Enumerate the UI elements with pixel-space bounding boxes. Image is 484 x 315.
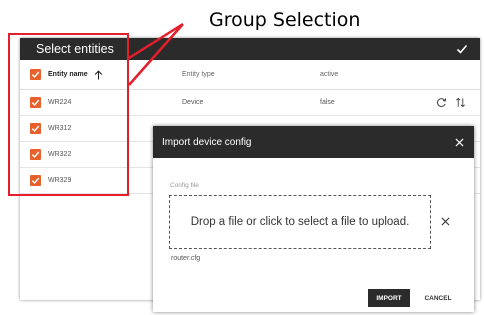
entity-type: Device [182,99,204,106]
close-icon[interactable] [455,137,464,147]
entity-active: false [320,99,335,106]
group-selection-highlight [8,33,129,196]
annotation-title: Group Selection [209,9,361,31]
config-file-label: Config file [170,182,199,189]
file-dropzone[interactable]: Drop a file or click to select a file to… [169,195,431,249]
clear-file-icon[interactable] [441,217,450,226]
column-header-type[interactable]: Entity type [182,71,320,78]
swap-vertical-icon[interactable] [455,97,466,108]
import-button[interactable]: IMPORT [368,289,410,307]
cancel-button[interactable]: CANCEL [417,289,459,307]
import-config-dialog: Import device config Config file Drop a … [153,126,474,312]
check-icon[interactable] [456,43,468,55]
selected-file-name: router.cfg [171,255,201,262]
refresh-icon[interactable] [436,97,447,108]
dialog-title: Import device config [162,136,252,148]
column-header-active[interactable]: active [320,71,420,78]
dialog-header: Import device config [153,126,474,158]
